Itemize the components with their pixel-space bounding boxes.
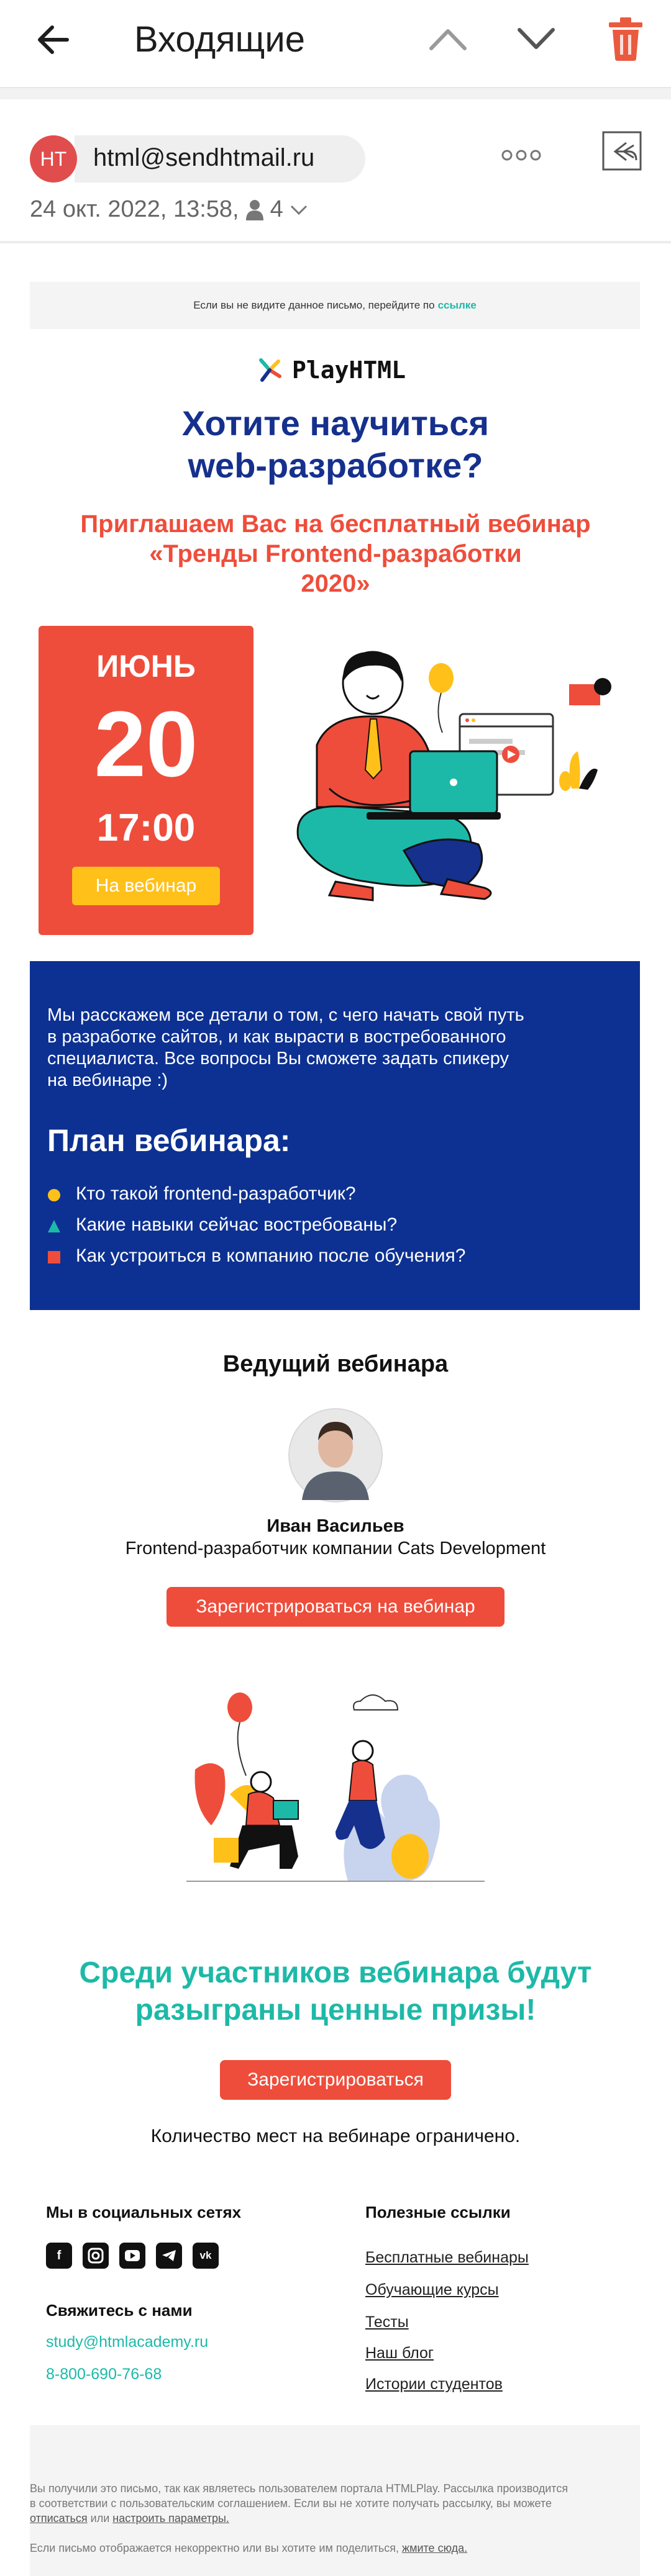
chevron-up-icon[interactable]: [429, 25, 467, 52]
legal-or: или: [87, 2512, 113, 2524]
square-bullet-icon: [48, 1251, 60, 1263]
footer-link[interactable]: Наш блог: [365, 2344, 434, 2362]
event-day: 20: [94, 692, 198, 796]
telegram-icon[interactable]: [156, 2243, 182, 2269]
divider: [0, 241, 671, 243]
plan-item: Кто такой frontend-разработчик?: [76, 1183, 356, 1204]
event-date-card: ИЮНЬ 20 17:00 На вебинар: [39, 626, 253, 935]
person-icon: [245, 199, 263, 220]
intro-line: в разработке сайтов, и как вырасти в вос…: [47, 1027, 506, 1047]
preheader-text: Если вы не видите данное письмо, перейди…: [193, 299, 435, 311]
event-month: ИЮНЬ: [96, 649, 196, 684]
host-role: Frontend-разработчик компании Cats Devel…: [125, 1539, 546, 1558]
links-heading: Полезные ссылки: [365, 2203, 511, 2221]
sender-email[interactable]: html@sendhtmail.ru: [93, 144, 314, 172]
app-bar: Входящие: [0, 0, 671, 88]
subhead-line-3: 2020»: [301, 570, 370, 597]
footer-link[interactable]: Бесплатные вебинары: [365, 2249, 529, 2267]
logo: PlayHTML: [255, 355, 406, 385]
footer-link[interactable]: Истории студентов: [365, 2375, 503, 2393]
legal-share-text: Если письмо отображается некорректно или…: [30, 2542, 403, 2554]
footer-link[interactable]: Обучающие курсы: [365, 2281, 499, 2299]
host-name: Иван Васильев: [267, 1516, 404, 1536]
trash-icon[interactable]: [608, 17, 644, 61]
subhead-line-2: «Тренды Frontend-разработки: [149, 540, 522, 567]
footer-link[interactable]: Тесты: [365, 2313, 409, 2331]
recipients-count[interactable]: 4: [270, 196, 283, 223]
intro-line: Мы расскажем все детали о том, с чего на…: [47, 1005, 524, 1025]
intro-line: на вебинаре :): [47, 1070, 168, 1090]
logo-text: PlayHTML: [292, 356, 406, 384]
subhead-line-1: Приглашаем Вас на бесплатный вебинар: [80, 510, 591, 538]
page-title: Входящие: [134, 19, 305, 60]
contact-phone-link[interactable]: 8-800-690-76-68: [46, 2366, 162, 2384]
event-time: 17:00: [96, 807, 196, 849]
plan-item: Как устроиться в компанию после обучения…: [76, 1245, 466, 1266]
chevron-down-icon[interactable]: [290, 204, 308, 216]
youtube-icon[interactable]: [119, 2243, 145, 2269]
avatar: HT: [30, 135, 77, 183]
preheader: Если вы не видите данное письмо, перейди…: [30, 282, 640, 329]
message-date: 24 окт. 2022, 13:58,: [30, 196, 239, 222]
unsubscribe-link[interactable]: отписаться: [30, 2512, 88, 2524]
divider: [0, 88, 671, 99]
info-panel: Мы расскажем все детали о том, с чего на…: [30, 961, 640, 1310]
chevron-down-icon[interactable]: [517, 25, 555, 52]
instagram-icon[interactable]: [83, 2243, 109, 2269]
social-heading: Мы в социальных сетях: [46, 2203, 242, 2221]
message-meta: 24 окт. 2022, 13:58, 4: [30, 196, 308, 223]
plan-item: Какие навыки сейчас востребованы?: [76, 1214, 398, 1235]
circle-bullet-icon: [48, 1189, 60, 1201]
intro-text: Мы расскажем все детали о том, с чего на…: [47, 1005, 606, 1091]
facebook-icon[interactable]: f: [46, 2243, 72, 2269]
reply-all-icon[interactable]: [601, 130, 642, 171]
legal-line-4: Если письмо отображается некорректно или…: [30, 2541, 620, 2556]
back-arrow-icon[interactable]: [35, 21, 72, 58]
developer-illustration: [296, 651, 611, 902]
triangle-bullet-icon: [48, 1220, 60, 1232]
prizes-line-1: Среди участников вебинара будут: [79, 1956, 592, 1989]
legal-line-3: отписаться или настроить параметры.: [30, 2511, 620, 2526]
limited-places-text: Количество мест на вебинаре ограничено.: [150, 2126, 521, 2146]
intro-line: специалиста. Все вопросы Вы сможете зада…: [47, 1049, 509, 1069]
settings-link[interactable]: настроить параметры.: [112, 2512, 229, 2524]
headline-line-1: Хотите научиться: [181, 404, 490, 443]
more-options-icon[interactable]: [501, 149, 542, 161]
click-here-link[interactable]: жмите сюда.: [402, 2542, 467, 2554]
headline-line-2: web-разработке?: [188, 446, 483, 485]
contact-email-link[interactable]: study@htmlacademy.ru: [46, 2333, 208, 2351]
register-webinar-button[interactable]: Зарегистрироваться на вебинар: [167, 1587, 504, 1627]
plan-title: План вебинара:: [47, 1123, 291, 1158]
host-photo: [288, 1408, 383, 1503]
team-illustration: [186, 1692, 485, 1882]
to-webinar-button[interactable]: На вебинар: [72, 867, 220, 905]
prizes-line-2: разыграны ценные призы!: [135, 1994, 536, 2027]
legal-line: Вы получили это письмо, так как являетес…: [30, 2482, 568, 2495]
register-button[interactable]: Зарегистрироваться: [220, 2060, 451, 2100]
legal-line: в соответствии с пользовательским соглаш…: [30, 2497, 552, 2510]
vk-icon[interactable]: vk: [193, 2243, 219, 2269]
logo-icon: [259, 358, 281, 382]
contact-heading: Свяжитесь с нами: [46, 2301, 193, 2320]
preheader-link[interactable]: ссылке: [438, 299, 477, 312]
host-heading: Ведущий вебинара: [222, 1351, 449, 1377]
